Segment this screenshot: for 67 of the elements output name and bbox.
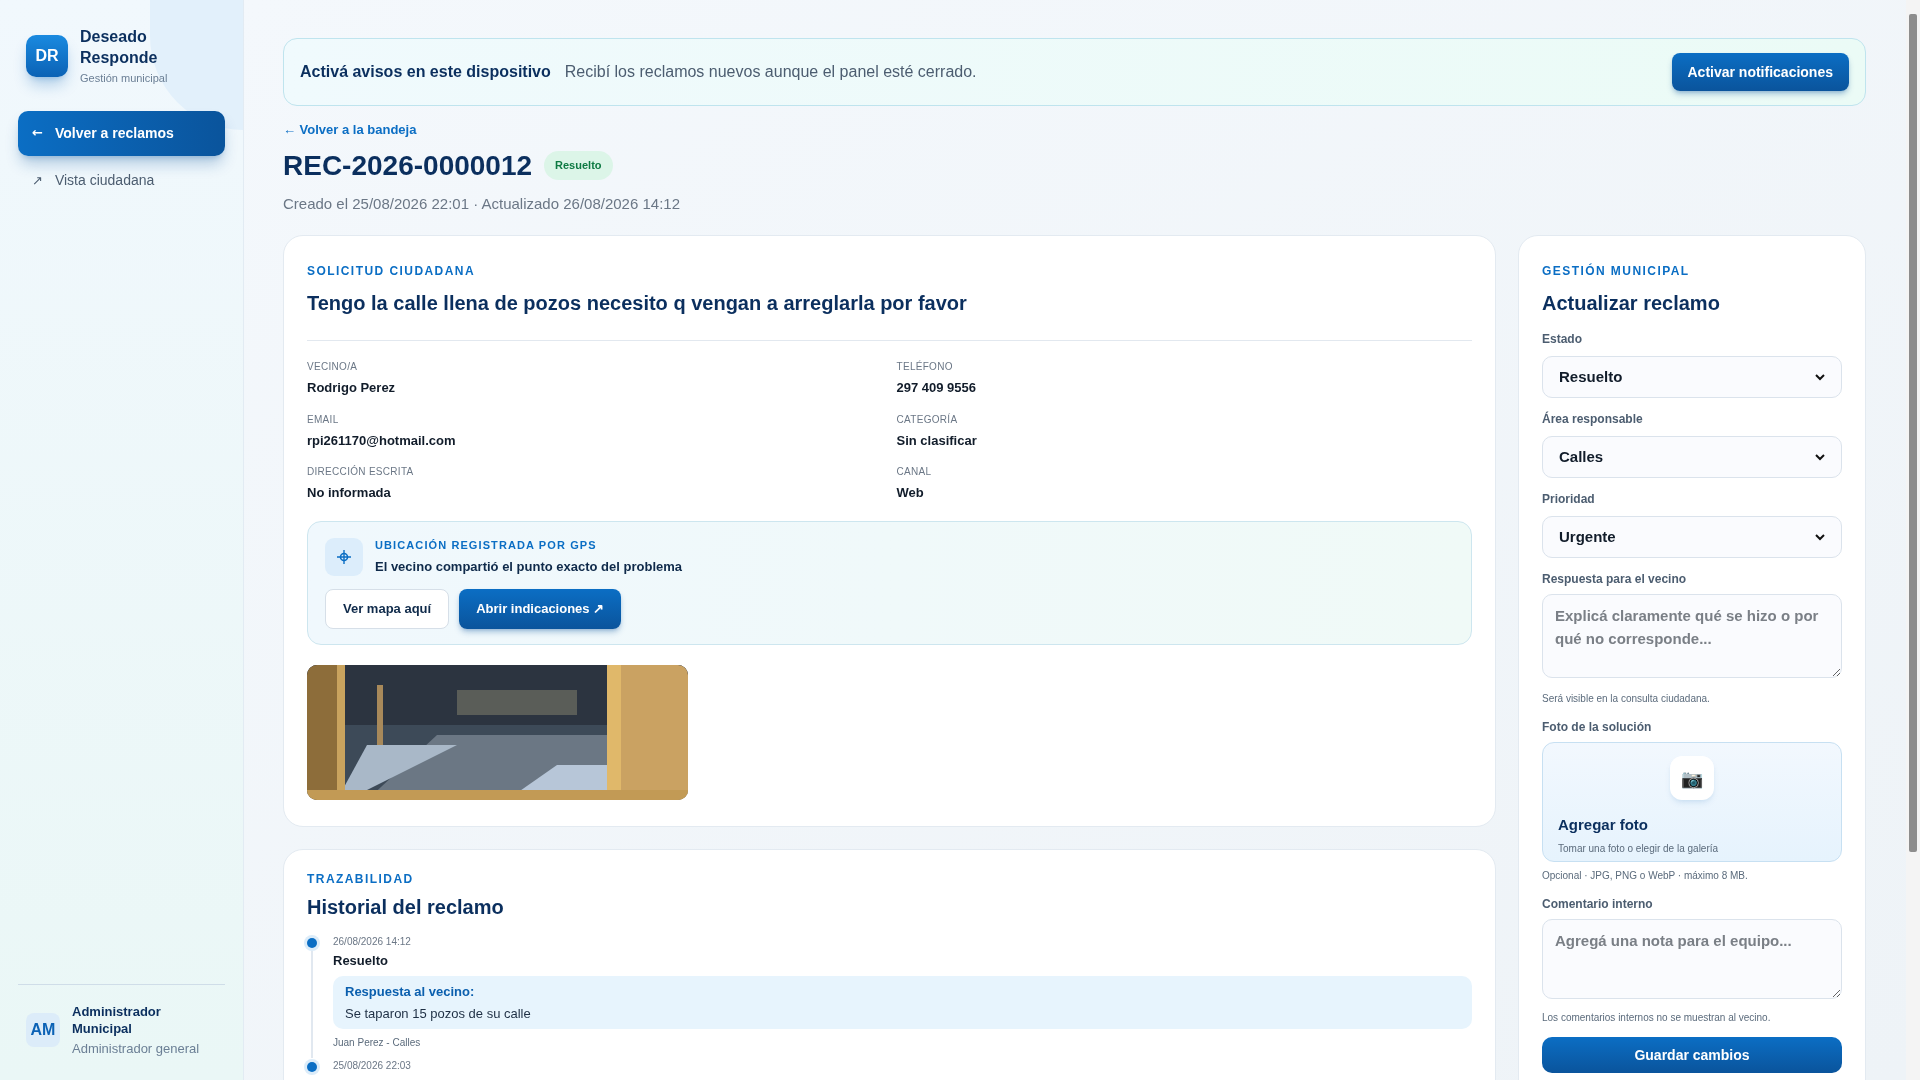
field-label: Comentario interno [1542,896,1654,913]
field-value: No informada [307,484,391,502]
field-label: Foto de la solución [1542,719,1653,736]
user-avatar: AM [26,1012,60,1047]
reply-label: Respuesta al vecino: [345,983,475,1001]
reply-text: Se taparon 15 pozos de su calle [345,1004,531,1023]
field-label: DIRECCIÓN ESCRITA [307,464,414,479]
field-label: Respuesta para el vecino [1542,571,1688,588]
section-title: Historial del reclamo [307,894,505,920]
claim-dates: Creado el 25/08/2026 22:01 · Actualizado 26/08/2026 14:12 [283,193,680,214]
back-link[interactable]: ← Volver a la bandeja [283,120,417,140]
field-label: Estado [1542,331,1582,348]
logo-badge: DR [26,35,68,77]
comment-field[interactable]: Agregá una nota para el equipo... [1542,919,1842,999]
gps-text: El vecino compartió el punto exacto del problema [375,558,682,576]
camera-icon: 📷 [1670,756,1714,800]
upload-text: Tomar una foto o elegir de la galería [1558,841,1720,856]
chevron-icon [1815,373,1825,381]
field-label: CANAL [896,465,932,479]
field-value: Rodrigo Perez [307,379,396,397]
map-button[interactable]: Ver mapa aquí [325,588,450,629]
banner-title: Activá avisos en este dispositivo [300,62,551,82]
directions-button[interactable]: Abrir indicaciones ↗ [459,588,622,629]
field-label: TELÉFONO [896,359,953,374]
reply-field[interactable]: Explicá claramente qué se hizo o por qué no corresponde... [1542,594,1842,678]
brand-name: Deseado Responde [80,27,159,68]
field-value: rpi261170@hotmail.com [307,431,456,450]
chevron-icon [1815,533,1825,541]
request-title: Tengo la calle llena de pozos necesito q vengan a arreglarla por favor [307,291,968,316]
crosshair-icon [325,537,363,576]
entry-status: Resuelto [333,951,388,970]
section-eyebrow: GESTIÓN MUNICIPAL [1542,262,1691,280]
photo-upload-area[interactable]: 📷 Agregar foto Tomar una foto o elegir de la galería [1542,742,1842,862]
field-label: EMAIL [307,412,339,427]
field-hint: Opcional · JPG, PNG o WebP · máximo 8 MB. [1542,869,1749,883]
upload-title: Agregar foto [1558,815,1649,835]
field-hint: Los comentarios internos no se muestran al vecino. [1542,1011,1772,1025]
brand-subtitle: Gestión municipal [80,71,168,86]
select-field[interactable]: Resuelto [1542,356,1842,398]
field-value: Sin clasificar [896,431,977,450]
user-name: Administrador Municipal [72,1002,162,1037]
select-field[interactable]: Calles [1542,436,1842,478]
field-label: Prioridad [1542,491,1595,508]
section-title: Actualizar reclamo [1542,291,1721,316]
chevron-icon [1815,453,1825,461]
status-badge: Resuelto [544,151,613,180]
nav-item[interactable]: ← Volver a reclamos [18,110,225,156]
nav-item[interactable]: ↗ Vista ciudadana [18,165,225,196]
field-label: VECINO/A [307,360,358,374]
field-value: Web [896,484,924,502]
field-label: CATEGORÍA [896,412,958,427]
field-hint: Será visible en la consulta ciudadana. [1542,692,1711,706]
entry-author: Juan Perez - Calles [333,1036,421,1050]
entry-date: 25/08/2026 22:03 [333,1059,411,1073]
gps-eyebrow: UBICACIÓN REGISTRADA POR GPS [375,537,598,553]
save-button[interactable]: Guardar cambios [1542,1037,1842,1073]
section-eyebrow: SOLICITUD CIUDADANA [307,263,477,280]
field-label: Área responsable [1542,410,1643,428]
entry-date: 26/08/2026 14:12 [333,934,411,949]
banner-text: Recibí los reclamos nuevos aunque el panel esté cerrado. [564,62,977,82]
select-field[interactable]: Urgente [1542,516,1842,558]
user-role: Administrador general [72,1039,200,1058]
scrollbar[interactable] [1906,0,1920,1080]
claim-title: REC-2026-0000012 [283,148,533,183]
section-eyebrow: TRAZABILIDAD [307,870,415,888]
enable-notifications-button[interactable]: Activar notificaciones [1671,53,1849,91]
field-value: 297 409 9556 [896,379,977,397]
